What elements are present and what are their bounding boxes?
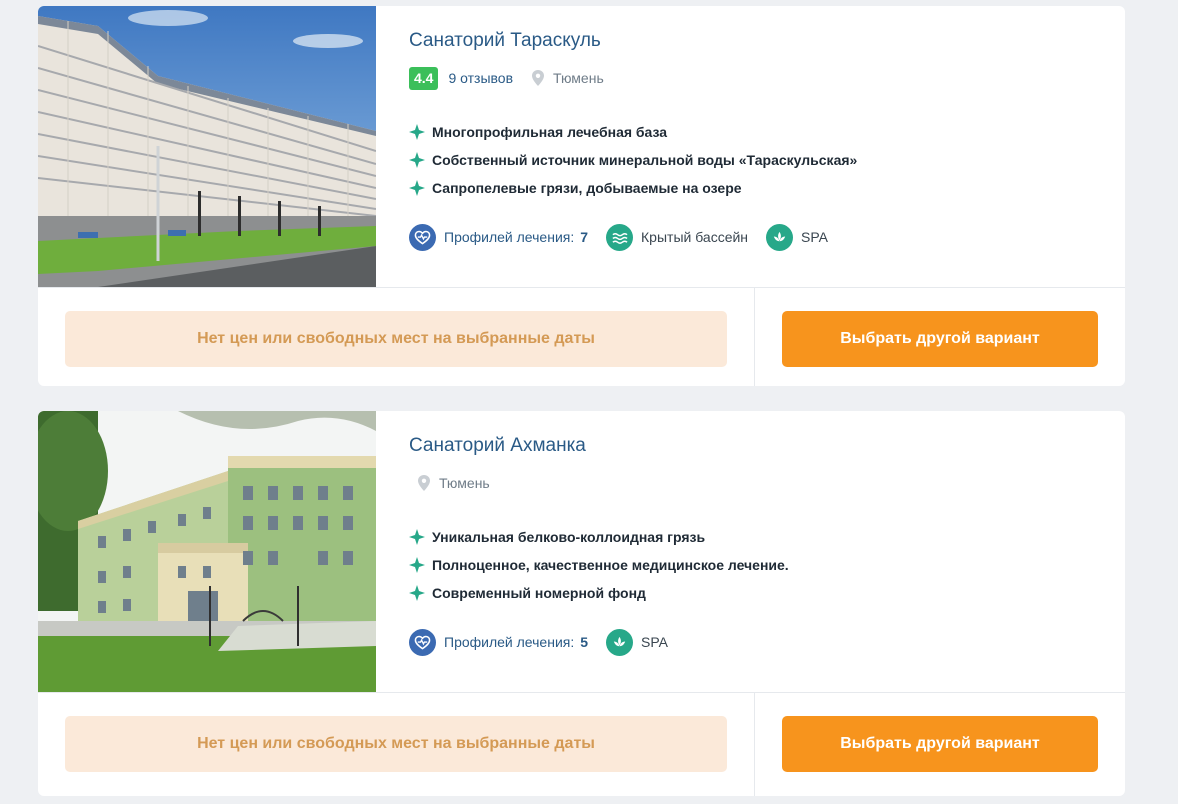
amenity-spa-label: SPA (641, 634, 669, 650)
availability-notice: Нет цен или свободных мест на выбранные … (65, 311, 727, 367)
sparkle-icon (409, 557, 425, 573)
waves-icon (606, 223, 634, 251)
sparkle-icon (409, 585, 425, 601)
location-label: Тюмень (553, 70, 604, 86)
heart-pulse-icon (409, 223, 436, 251)
feature-text: Собственный источник минеральной воды «Т… (432, 152, 858, 168)
amenity-spa-label: SPA (801, 229, 829, 245)
lotus-icon (606, 628, 634, 656)
feature-list: Уникальная белково-коллоидная грязь Полн… (409, 523, 789, 607)
feature-text: Сапропелевые грязи, добываемые на озере (432, 180, 742, 196)
feature-item: Многопрофильная лечебная база (409, 118, 857, 146)
sanatorium-meta: Тюмень (417, 471, 490, 495)
feature-item: Собственный источник минеральной воды «Т… (409, 146, 857, 174)
feature-item: Современный номерной фонд (409, 579, 789, 607)
feature-item: Сапропелевые грязи, добываемые на озере (409, 174, 857, 202)
feature-text: Многопрофильная лечебная база (432, 124, 668, 140)
amenities: Профилей лечения: 7 Крытый бассейн SPA (409, 223, 846, 251)
sparkle-icon (409, 124, 425, 140)
availability-notice: Нет цен или свободных мест на выбранные … (65, 716, 727, 772)
lotus-icon (766, 223, 794, 251)
map-pin-icon (532, 70, 545, 86)
profiles-count: 5 (580, 634, 589, 650)
amenity-spa: SPA (606, 628, 669, 656)
amenities: Профилей лечения: 5 SPA (409, 628, 686, 656)
feature-text: Полноценное, качественное медицинское ле… (432, 557, 789, 573)
sanatorium-card: Санаторий Ахманка Тюмень Уникальная белк… (38, 411, 1125, 796)
feature-text: Уникальная белково-коллоидная грязь (432, 529, 706, 545)
treatment-profiles[interactable]: Профилей лечения: 7 (409, 223, 589, 251)
feature-list: Многопрофильная лечебная база Собственны… (409, 118, 857, 202)
profiles-label: Профилей лечения: (444, 634, 575, 650)
choose-other-button[interactable]: Выбрать другой вариант (782, 716, 1098, 772)
sanatorium-title[interactable]: Санаторий Ахманка (409, 435, 586, 457)
footer-divider (754, 288, 755, 386)
rating-badge: 4.4 (409, 66, 439, 90)
feature-item: Уникальная белково-коллоидная грязь (409, 523, 789, 551)
card-footer: Нет цен или свободных мест на выбранные … (38, 287, 1125, 386)
location: Тюмень (417, 475, 490, 491)
location-label: Тюмень (439, 475, 490, 491)
amenity-pool: Крытый бассейн (606, 223, 749, 251)
footer-divider (754, 693, 755, 796)
reviews-link[interactable]: 9 отзывов (448, 70, 513, 86)
sanatorium-info: Санаторий Ахманка Тюмень Уникальная белк… (409, 411, 1125, 692)
profiles-label: Профилей лечения: (444, 229, 575, 245)
sanatorium-photo[interactable] (38, 411, 376, 692)
sanatorium-card: Санаторий Тараскуль 4.4 9 отзывов Тюмень… (38, 6, 1125, 386)
search-results: Санаторий Тараскуль 4.4 9 отзывов Тюмень… (0, 0, 1178, 804)
card-footer: Нет цен или свободных мест на выбранные … (38, 692, 1125, 796)
sanatorium-meta: 4.4 9 отзывов Тюмень (409, 66, 604, 90)
feature-item: Полноценное, качественное медицинское ле… (409, 551, 789, 579)
profiles-count: 7 (580, 229, 589, 245)
choose-other-button[interactable]: Выбрать другой вариант (782, 311, 1098, 367)
feature-text: Современный номерной фонд (432, 585, 646, 601)
amenity-spa: SPA (766, 223, 829, 251)
sparkle-icon (409, 152, 425, 168)
amenity-pool-label: Крытый бассейн (641, 229, 749, 245)
sanatorium-info: Санаторий Тараскуль 4.4 9 отзывов Тюмень… (409, 6, 1125, 287)
sanatorium-photo[interactable] (38, 6, 376, 287)
sanatorium-title[interactable]: Санаторий Тараскуль (409, 30, 601, 52)
map-pin-icon (418, 475, 430, 491)
sparkle-icon (409, 180, 425, 196)
location: Тюмень (531, 70, 604, 86)
treatment-profiles[interactable]: Профилей лечения: 5 (409, 628, 589, 656)
building-photo-image (38, 411, 376, 692)
building-photo-image (38, 6, 376, 287)
heart-pulse-icon (409, 628, 436, 656)
sparkle-icon (409, 529, 425, 545)
